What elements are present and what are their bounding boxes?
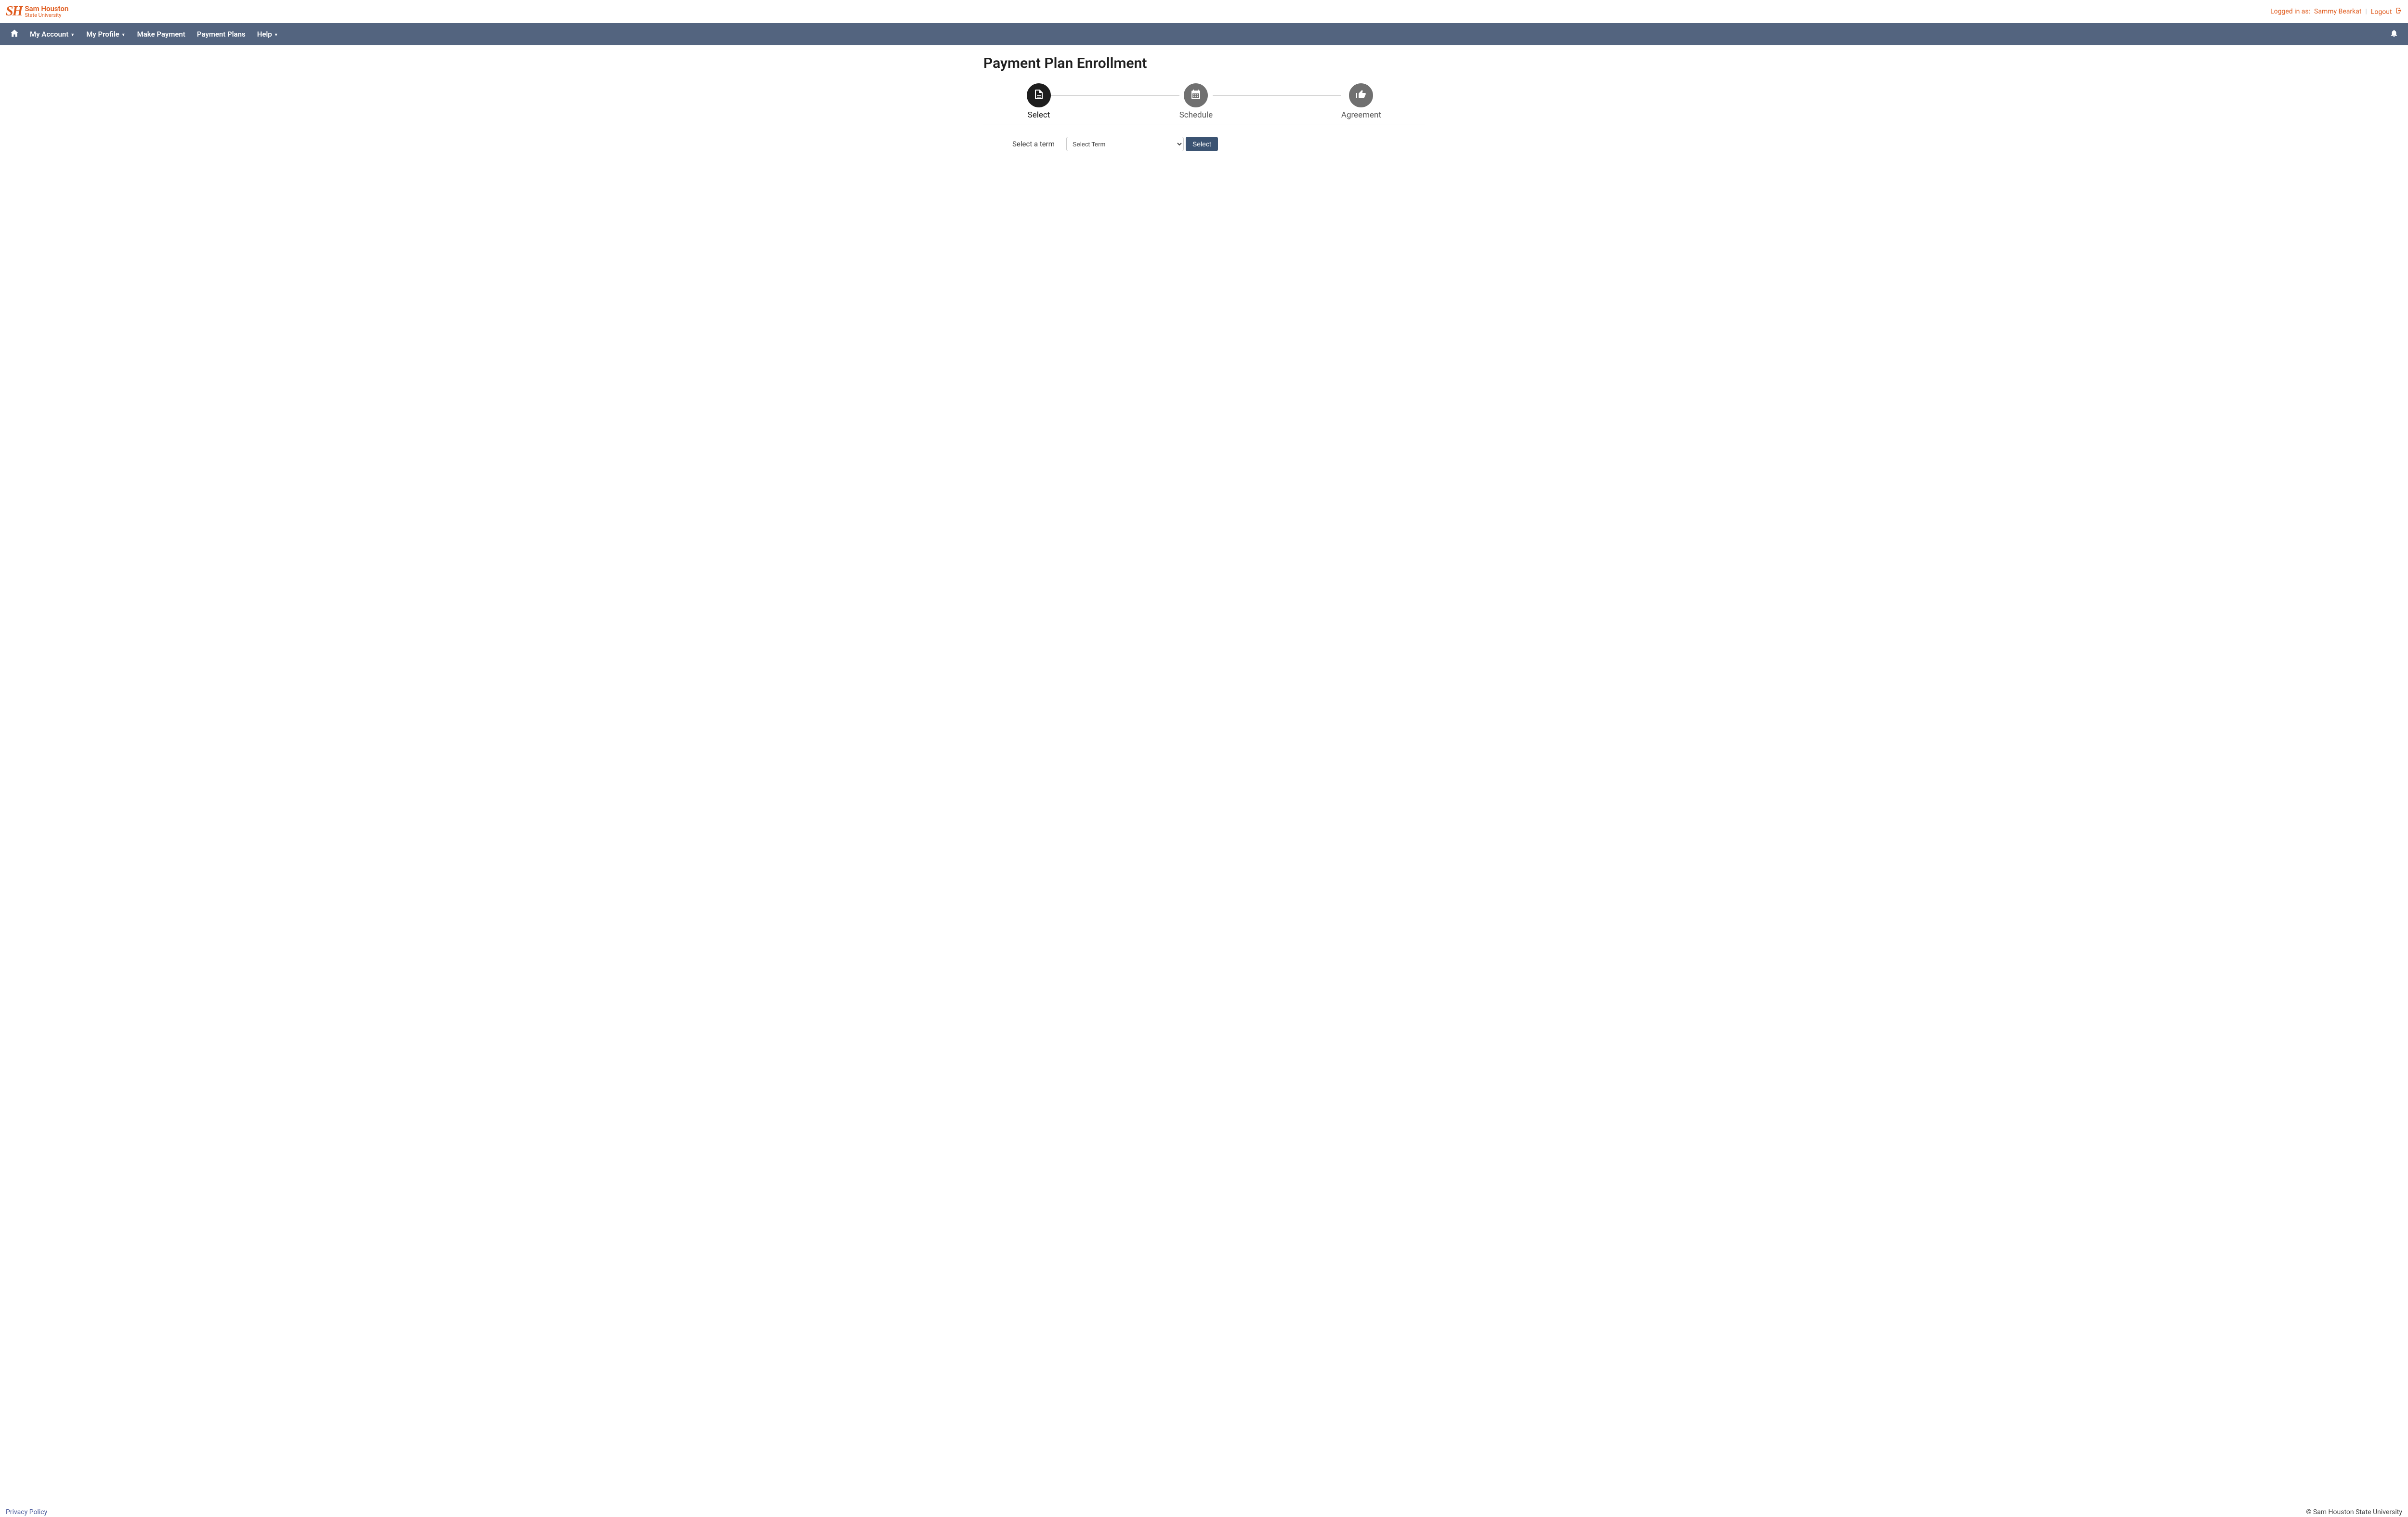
step-schedule: Schedule xyxy=(1179,83,1213,120)
document-icon xyxy=(1033,89,1045,102)
step-connector xyxy=(1051,95,1179,96)
step-select: Select xyxy=(1027,83,1051,120)
caret-down-icon: ▼ xyxy=(274,32,278,38)
user-name-link[interactable]: Sammy Bearkat xyxy=(2314,8,2361,15)
footer-copyright: © Sam Houston State University xyxy=(2306,1508,2402,1516)
privacy-policy-link[interactable]: Privacy Policy xyxy=(6,1508,47,1516)
logo-text: Sam Houston State University xyxy=(25,5,68,18)
logged-in-label: Logged in as: xyxy=(2270,8,2310,15)
nav-help[interactable]: Help ▼ xyxy=(252,24,283,44)
main-content: Payment Plan Enrollment Select Schedule xyxy=(978,45,1430,1506)
select-term-label: Select a term xyxy=(1012,140,1055,148)
nav-label: My Account xyxy=(30,30,68,39)
step-circle-agreement xyxy=(1349,83,1373,107)
select-term-form: Select a term Select Term Select xyxy=(983,137,1425,151)
footer-left: Privacy Policy xyxy=(6,1508,47,1516)
home-icon xyxy=(10,28,19,40)
logo-name: Sam Houston xyxy=(25,5,68,13)
nav-home[interactable] xyxy=(6,24,23,45)
nav-make-payment[interactable]: Make Payment xyxy=(132,24,190,44)
nav-my-account[interactable]: My Account ▼ xyxy=(25,24,79,44)
logo-initials: SH xyxy=(6,4,22,19)
notifications-button[interactable] xyxy=(2386,29,2402,39)
nav-label: Payment Plans xyxy=(197,30,246,39)
term-select[interactable]: Select Term xyxy=(1066,137,1184,151)
logo-area[interactable]: SH Sam Houston State University xyxy=(6,4,68,19)
nav-payment-plans[interactable]: Payment Plans xyxy=(192,24,250,44)
select-button[interactable]: Select xyxy=(1186,137,1218,151)
divider: | xyxy=(2365,8,2367,15)
main-navbar: My Account ▼ My Profile ▼ Make Payment P… xyxy=(0,23,2408,45)
step-label: Select xyxy=(1028,110,1050,120)
caret-down-icon: ▼ xyxy=(121,32,126,38)
stepper: Select Schedule Agreement xyxy=(1027,83,1381,120)
nav-left: My Account ▼ My Profile ▼ Make Payment P… xyxy=(6,24,283,45)
calendar-icon xyxy=(1190,89,1202,102)
thumbs-up-icon xyxy=(1355,89,1367,102)
step-circle-select xyxy=(1027,83,1051,107)
footer: Privacy Policy © Sam Houston State Unive… xyxy=(0,1506,2408,1517)
step-connector xyxy=(1213,95,1341,96)
nav-label: My Profile xyxy=(86,30,119,39)
step-circle-schedule xyxy=(1184,83,1208,107)
header-right: Logged in as: Sammy Bearkat | Logout xyxy=(2270,7,2402,16)
caret-down-icon: ▼ xyxy=(70,32,75,38)
logout-label: Logout xyxy=(2371,8,2392,16)
logout-link[interactable]: Logout xyxy=(2371,7,2402,16)
nav-label: Make Payment xyxy=(137,30,185,39)
step-agreement: Agreement xyxy=(1341,83,1381,120)
bell-icon xyxy=(2390,30,2398,39)
header-bar: SH Sam Houston State University Logged i… xyxy=(0,0,2408,23)
select-group: Select Term Select xyxy=(1066,137,1218,151)
nav-label: Help xyxy=(257,30,272,39)
nav-my-profile[interactable]: My Profile ▼ xyxy=(81,24,130,44)
step-label: Schedule xyxy=(1179,110,1213,120)
page-title: Payment Plan Enrollment xyxy=(983,55,1425,72)
logout-icon xyxy=(2395,7,2402,16)
logo-subtitle: State University xyxy=(25,13,68,18)
step-label: Agreement xyxy=(1341,110,1381,120)
